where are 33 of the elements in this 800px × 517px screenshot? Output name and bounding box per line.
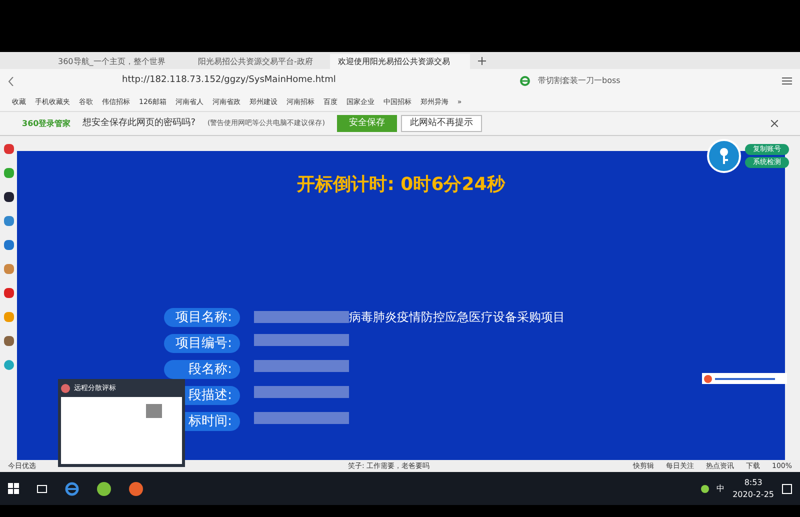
browser-tab[interactable]: 阳光易招公共资源交易平台-政府: [190, 54, 330, 69]
address-bar[interactable]: http://182.118.73.152/ggzy/SysMainHome.html: [122, 73, 422, 89]
clock-time[interactable]: 8:53: [744, 476, 762, 488]
field-label: 项目名称:: [164, 308, 240, 327]
ime-indicator[interactable]: 中: [716, 482, 725, 494]
sidebar-app-icon[interactable]: [4, 192, 14, 202]
search-field[interactable]: 带切割套装一刀一boss: [538, 73, 658, 89]
field-label: 段名称:: [164, 360, 240, 379]
password-manager-brand: 360登录管家: [22, 118, 71, 130]
browser-tab[interactable]: 欢迎使用阳光易招公共资源交易: [330, 54, 470, 69]
password-prompt: 想安全保存此网页的密码吗?: [82, 116, 196, 130]
browser-app-icon[interactable]: [129, 482, 143, 496]
countdown-timer: 开标倒计时: 0时6分24秒: [297, 173, 505, 197]
close-icon[interactable]: [771, 120, 778, 127]
edge-browser-icon[interactable]: [65, 482, 79, 496]
field-value: 病毒肺炎疫情防控应急医疗设备采购项目: [349, 309, 565, 326]
menu-icon[interactable]: [782, 76, 792, 86]
browser-logo-icon[interactable]: [520, 76, 530, 86]
app-logo-icon: [61, 384, 70, 392]
windows-start-icon[interactable]: [8, 483, 19, 494]
new-tab-icon[interactable]: [478, 57, 486, 65]
ime-toolbar[interactable]: [702, 373, 787, 384]
key-icon[interactable]: [707, 139, 741, 173]
task-view-icon[interactable]: [37, 484, 47, 492]
never-prompt-button[interactable]: 此网站不再提示: [400, 115, 482, 132]
browser-tab[interactable]: 360导航_一个主页，整个世界: [50, 54, 190, 69]
clock-date[interactable]: 2020-2-25: [732, 488, 774, 500]
webcam-thumbnail: [146, 404, 162, 418]
tray-app-icon[interactable]: [700, 484, 709, 492]
back-icon[interactable]: [8, 76, 14, 86]
notification-icon[interactable]: [782, 484, 792, 494]
browser-app-icon[interactable]: [97, 482, 111, 496]
field-label: 项目编号:: [164, 334, 240, 353]
